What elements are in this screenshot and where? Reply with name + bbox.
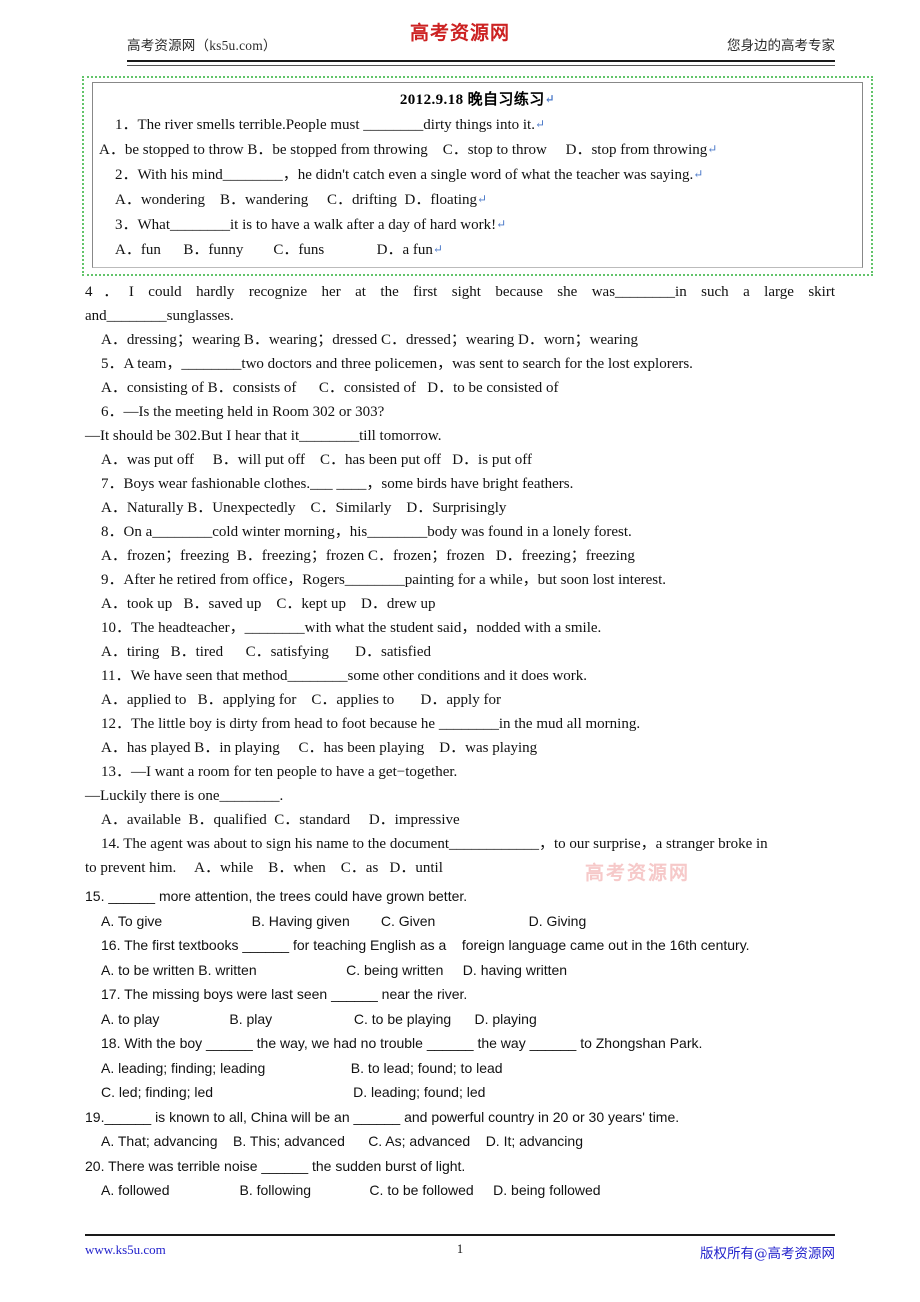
question-1-options-text: A．be stopped to throw B．be stopped from … <box>99 142 708 158</box>
boxed-exercise-block: 2012.9.18 晚自习练习↵ 1．The river smells terr… <box>82 76 873 276</box>
exercise-title-text: 2012.9.18 晚自习练习 <box>399 92 545 108</box>
questions-sans-list: 15. ______ more attention, the trees cou… <box>85 880 835 1203</box>
question-3-options: A．fun B．funny C．funs D．a fun↵ <box>99 237 856 262</box>
question-7-options: A．Naturally B．Unexpectedly C．Similarly D… <box>101 500 507 516</box>
question-10-stem: 10．The headteacher，________with what the… <box>101 620 602 636</box>
question-17-options: A. to play B. play C. to be playing D. p… <box>101 1010 537 1027</box>
paragraph-mark-icon: ↵ <box>544 92 556 106</box>
footer-row: www.ks5u.com 1 版权所有@高考资源网 <box>85 1242 835 1262</box>
question-19-stem: 19.______ is known to all, China will be… <box>85 1108 680 1125</box>
footer-divider <box>85 1234 835 1236</box>
question-15-stem: 15. ______ more attention, the trees cou… <box>85 888 468 904</box>
question-4-stem-line1: 4．I could hardly recognize her at the fi… <box>85 284 835 300</box>
question-20-stem: 20. There was terrible noise ______ the … <box>85 1157 466 1174</box>
header-tagline: 您身边的高考专家 <box>727 38 835 53</box>
questions-serif-list: 4．I could hardly recognize her at the fi… <box>85 276 835 880</box>
question-13-options: A．available B．qualified C．standard D．imp… <box>101 812 460 828</box>
footer-page-number: 1 <box>456 1242 464 1256</box>
paragraph-mark-icon: ↵ <box>496 217 507 231</box>
question-14-stem-line1: 14. The agent was about to sign his name… <box>101 836 768 852</box>
question-19-options: A. That; advancing B. This; advanced C. … <box>101 1133 583 1149</box>
question-3-stem-text: 3．What________it is to have a walk after… <box>115 217 497 233</box>
question-12-options: A．has played B．in playing C．has been pla… <box>101 740 538 756</box>
question-6-options: A．was put off B．will put off C．has been … <box>101 452 532 468</box>
question-20-options: A. followed B. following C. to be follow… <box>101 1182 601 1198</box>
header-divider <box>127 60 835 66</box>
question-16-stem: 16. The first textbooks ______ for teach… <box>101 937 750 953</box>
question-7-stem: 7．Boys wear fashionable clothes.___ ____… <box>101 476 574 492</box>
paragraph-mark-icon: ↵ <box>432 242 443 256</box>
question-16-options: A. to be written B. written C. being wri… <box>101 961 568 978</box>
question-8-stem: 8．On a________cold winter morning，his___… <box>101 524 632 540</box>
question-18-stem: 18. With the boy ______ the way, we had … <box>101 1035 703 1051</box>
document-header: 高考资源网（ks5u.com） 高考资源网 您身边的高考专家 <box>85 0 835 66</box>
question-18-options-line2: C. led; finding; led D. leading; found; … <box>101 1084 486 1100</box>
question-2-options-text: A．wondering B．wandering C．drifting D．flo… <box>115 192 478 208</box>
question-13-stem-line2: —Luckily there is one________. <box>85 788 284 804</box>
boxed-inner-frame: 2012.9.18 晚自习练习↵ 1．The river smells terr… <box>92 82 863 268</box>
question-3-options-text: A．fun B．funny C．funs D．a fun <box>115 242 433 258</box>
question-10-options: A．tiring B．tired C．satisfying D．satisfie… <box>101 644 431 660</box>
question-2-stem: 2．With his mind________，he didn't catch … <box>99 162 856 187</box>
footer-url-link[interactable]: www.ks5u.com <box>85 1242 166 1258</box>
document-page: 高考资源网（ks5u.com） 高考资源网 您身边的高考专家 2012.9.18… <box>0 0 920 1302</box>
question-1-stem: 1．The river smells terrible.People must … <box>99 112 856 137</box>
question-5-options: A．consisting of B．consists of C．consiste… <box>101 380 559 396</box>
document-footer: www.ks5u.com 1 版权所有@高考资源网 <box>85 1234 835 1262</box>
question-1-stem-text: 1．The river smells terrible.People must … <box>115 117 535 133</box>
question-5-stem: 5．A team，________two doctors and three p… <box>101 356 693 372</box>
paragraph-mark-icon: ↵ <box>534 117 546 131</box>
question-13-stem-line1: 13．—I want a room for ten people to have… <box>101 764 458 780</box>
question-4-options: A．dressing；wearing B．wearing；dressed C．d… <box>101 332 638 348</box>
question-12-stem: 12．The little boy is dirty from head to … <box>101 716 641 732</box>
header-site-name: 高考资源网（ks5u.com） <box>127 38 277 53</box>
paragraph-mark-icon: ↵ <box>707 142 718 156</box>
footer-copyright: 版权所有@高考资源网 <box>700 1246 835 1262</box>
question-17-stem: 17. The missing boys were last seen ____… <box>101 986 468 1002</box>
question-1-options: A．be stopped to throw B．be stopped from … <box>99 137 856 162</box>
question-4-stem-line2: and________sunglasses. <box>85 308 234 324</box>
header-logo: 高考资源网 <box>409 22 511 44</box>
question-14-stem-line2: to prevent him. A．while B．when C．as D．un… <box>85 860 443 876</box>
question-6-stem-line2: —It should be 302.But I hear that it____… <box>85 428 442 444</box>
question-8-options: A．frozen；freezing B．freezing；frozen C．fr… <box>101 548 635 564</box>
question-18-options-line1: A. leading; finding; leading B. to lead;… <box>101 1059 503 1076</box>
question-15-options: A. To give B. Having given C. Given D. G… <box>101 912 587 929</box>
question-3-stem: 3．What________it is to have a walk after… <box>99 212 856 237</box>
question-11-stem: 11．We have seen that method________some … <box>101 668 588 684</box>
exercise-title: 2012.9.18 晚自习练习↵ <box>99 88 856 109</box>
paragraph-mark-icon: ↵ <box>693 167 704 181</box>
question-11-options: A．applied to B．applying for C．applies to… <box>101 692 501 708</box>
question-9-options: A．took up B．saved up C．kept up D．drew up <box>101 596 436 612</box>
paragraph-mark-icon: ↵ <box>477 192 488 206</box>
question-6-stem-line1: 6．—Is the meeting held in Room 302 or 30… <box>101 404 385 420</box>
question-2-stem-text: 2．With his mind________，he didn't catch … <box>115 167 694 183</box>
question-9-stem: 9．After he retired from office，Rogers___… <box>101 572 667 588</box>
question-2-options: A．wondering B．wandering C．drifting D．flo… <box>99 187 856 212</box>
